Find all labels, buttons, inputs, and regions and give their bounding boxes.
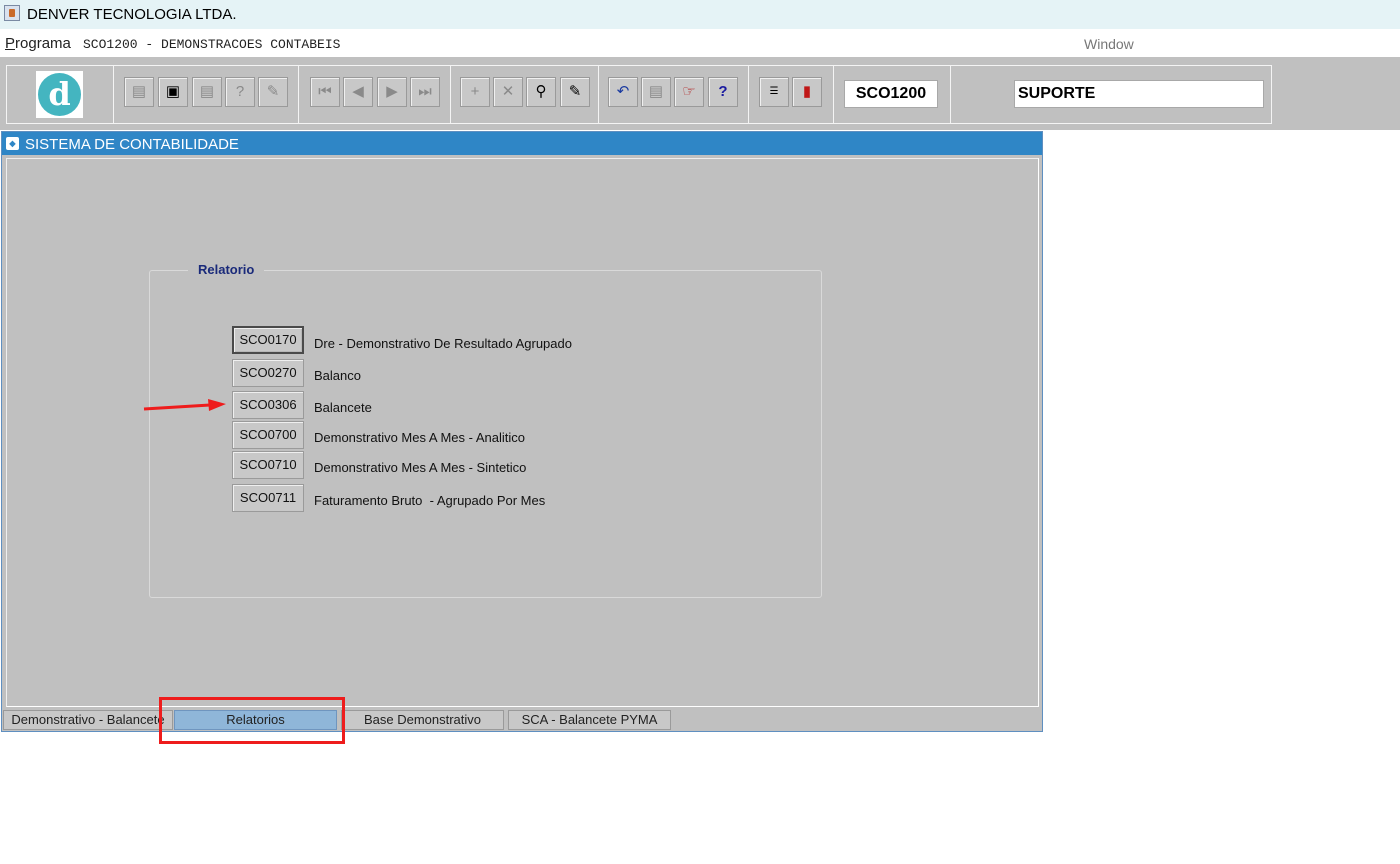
arrow-shaft bbox=[143, 403, 211, 411]
report-button-sco0306[interactable]: SCO0306 bbox=[232, 391, 304, 419]
previous-record-icon[interactable]: ◀ bbox=[343, 77, 373, 107]
logo-letter: d bbox=[48, 75, 71, 113]
clipboard-icon[interactable]: ▤ bbox=[641, 77, 671, 107]
window-icon[interactable]: ▣ bbox=[158, 77, 188, 107]
user-field: SUPORTE bbox=[1014, 80, 1264, 108]
report-label: Faturamento Bruto - Agrupado Por Mes bbox=[314, 493, 546, 508]
report-button-sco0270[interactable]: SCO0270 bbox=[232, 359, 304, 387]
menu-window[interactable]: Window bbox=[1084, 36, 1134, 52]
program-code-field: SCO1200 bbox=[844, 80, 938, 108]
menu-bar: Programa SCO1200 - DEMONSTRACOES CONTABE… bbox=[0, 29, 1400, 57]
toolbar-separator bbox=[950, 65, 951, 124]
toolbar-separator bbox=[113, 65, 114, 124]
toolbar-separator bbox=[833, 65, 834, 124]
report-button-sco0711[interactable]: SCO0711 bbox=[232, 484, 304, 512]
report-label: Dre - Demonstrativo De Resultado Agrupad… bbox=[314, 336, 572, 351]
tab-base-demonstrativo[interactable]: Base Demonstrativo bbox=[341, 710, 504, 730]
annotation-highlight-box bbox=[159, 697, 345, 744]
logo-circle: d bbox=[38, 73, 81, 116]
toolbar-separator bbox=[450, 65, 451, 124]
arrow-head bbox=[208, 399, 226, 411]
report-button-sco0710[interactable]: SCO0710 bbox=[232, 451, 304, 479]
help-list-icon[interactable]: ☞ bbox=[674, 77, 704, 107]
report-label: Balancete bbox=[314, 400, 372, 415]
menu-icon[interactable]: ☰ bbox=[759, 77, 789, 107]
toolbar-separator bbox=[598, 65, 599, 124]
oracle-forms-icon: ◆ bbox=[6, 137, 19, 150]
report-button-sco0700[interactable]: SCO0700 bbox=[232, 421, 304, 449]
next-record-icon[interactable]: ▶ bbox=[377, 77, 407, 107]
help-icon[interactable]: ? bbox=[708, 77, 738, 107]
undo-icon[interactable]: ↶ bbox=[608, 77, 638, 107]
toolbar: d ▤ ▣ ▤ ? ✎ ⏮ ◀ ▶ ⏭ + ✕ ⚲ ✎ ↶ ▤ ☞ ? ☰ ▮ … bbox=[0, 57, 1400, 130]
tab-sca-balancete-pyma[interactable]: SCA - Balancete PYMA bbox=[508, 710, 671, 730]
report-label: Demonstrativo Mes A Mes - Sintetico bbox=[314, 460, 527, 475]
search-record-icon[interactable]: ⚲ bbox=[526, 77, 556, 107]
first-record-icon[interactable]: ⏮ bbox=[310, 77, 340, 107]
exit-icon[interactable]: ▮ bbox=[792, 77, 822, 107]
edit-icon[interactable]: ✎ bbox=[258, 77, 288, 107]
module-window-title: SISTEMA DE CONTABILIDADE bbox=[25, 136, 239, 153]
java-app-icon bbox=[4, 5, 20, 21]
tab-bar: Demonstrativo - Balancete Relatorios Bas… bbox=[1, 709, 1043, 731]
report-label: Demonstrativo Mes A Mes - Analitico bbox=[314, 430, 525, 445]
module-window-title-bar: ◆ SISTEMA DE CONTABILIDADE bbox=[2, 132, 1042, 155]
group-title: Relatorio bbox=[188, 262, 265, 277]
window-title-bar: DENVER TECNOLOGIA LTDA. bbox=[0, 0, 1400, 29]
report-button-sco0170[interactable]: SCO0170 bbox=[232, 326, 304, 354]
company-logo: d bbox=[36, 71, 83, 118]
last-record-icon[interactable]: ⏭ bbox=[410, 77, 440, 107]
window-title: DENVER TECNOLOGIA LTDA. bbox=[27, 6, 237, 23]
menu-programa[interactable]: Programa bbox=[5, 35, 71, 52]
toolbar-separator bbox=[298, 65, 299, 124]
toolbar-separator bbox=[748, 65, 749, 124]
print-icon[interactable]: ▤ bbox=[192, 77, 222, 107]
tab-demonstrativo-balancete[interactable]: Demonstrativo - Balancete bbox=[3, 710, 173, 730]
save-icon[interactable]: ▤ bbox=[124, 77, 154, 107]
report-label: Balanco bbox=[314, 368, 361, 383]
query-icon[interactable]: ? bbox=[225, 77, 255, 107]
delete-record-icon[interactable]: ✕ bbox=[493, 77, 523, 107]
program-name: SCO1200 - DEMONSTRACOES CONTABEIS bbox=[83, 37, 341, 52]
annotation-arrow bbox=[143, 399, 226, 411]
clear-icon[interactable]: ✎ bbox=[560, 77, 590, 107]
insert-record-icon[interactable]: + bbox=[460, 77, 490, 107]
